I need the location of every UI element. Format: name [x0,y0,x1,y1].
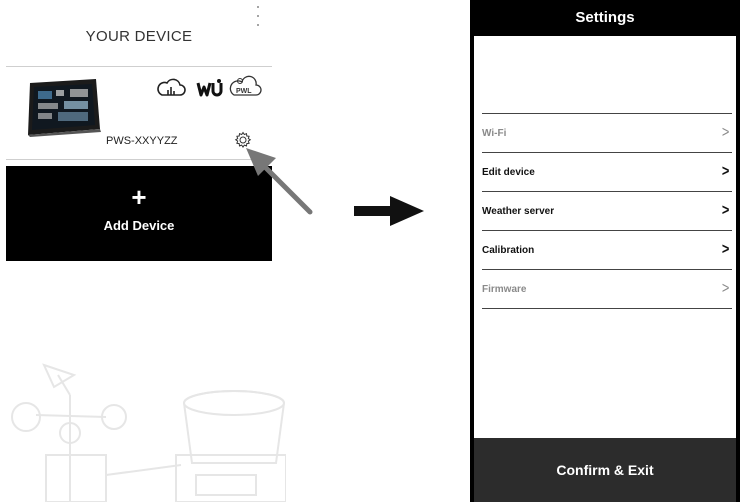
pwl-logo: PWL [229,75,262,96]
more-options-icon[interactable] [255,6,261,26]
chevron-right-icon: > [721,241,730,258]
settings-panel: Settings Wi-Fi > Edit device > Weather s… [474,0,736,502]
settings-item-label: Calibration [482,244,535,256]
device-name: PWS-XXYYZZ [106,135,178,147]
settings-item-firmware[interactable]: Firmware > [482,270,732,309]
settings-item-calibration[interactable]: Calibration > [482,231,732,270]
plus-icon: + [131,182,147,212]
settings-item-label: Wi-Fi [482,127,507,139]
settings-screen: Settings Wi-Fi > Edit device > Weather s… [470,0,740,502]
chevron-right-icon: > [721,124,730,141]
chevron-right-icon: > [721,163,730,180]
flow-arrow-icon [354,196,424,226]
settings-item-label: Edit device [482,166,535,178]
gear-icon[interactable] [234,131,252,149]
settings-title: Settings [474,0,736,36]
settings-item-label: Firmware [482,283,527,295]
svg-text:PWL: PWL [236,88,252,95]
device-list-screen: YOUR DEVICE PWS-XXYYZZ PWL + Add Device [6,0,286,502]
page-title: YOUR DEVICE [85,28,193,45]
weather-station-illustration [11,363,286,502]
settings-item-label: Weather server [482,205,555,217]
confirm-exit-button[interactable]: Confirm & Exit [474,438,736,502]
settings-item-weather-server[interactable]: Weather server > [482,192,732,231]
wunderground-logo [196,79,223,97]
chevron-right-icon: > [721,202,730,219]
weather-services-icons: PWL [157,75,262,97]
device-card[interactable]: PWS-XXYYZZ PWL [6,66,272,160]
chevron-right-icon: > [721,280,730,297]
settings-item-wifi[interactable]: Wi-Fi > [482,114,732,153]
cloud-chart-icon [157,78,186,96]
settings-item-edit-device[interactable]: Edit device > [482,153,732,192]
add-device-label: Add Device [103,218,175,233]
settings-menu: Wi-Fi > Edit device > Weather server > C… [482,113,732,309]
weather-station-display-image [28,79,101,137]
add-device-button[interactable]: + Add Device [6,166,272,261]
